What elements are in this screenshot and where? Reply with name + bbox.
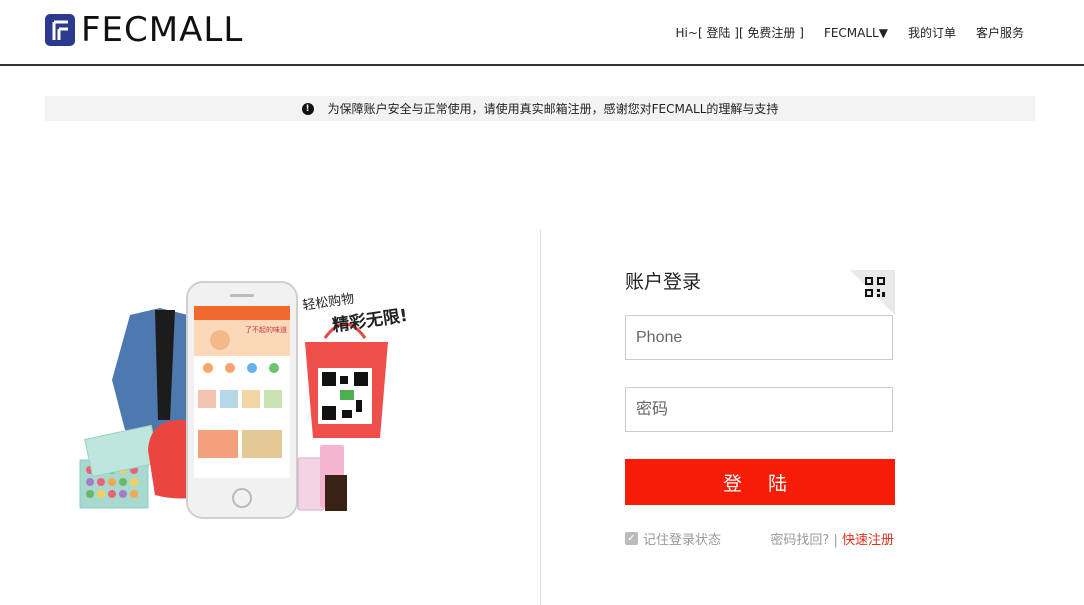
macaron-box-icon [79,424,160,509]
greeting-text: Hi~ [675,25,698,40]
exclamation-circle-icon: ! [301,102,314,115]
promo-illustration: 了不起的味道 轻松购物 精彩无限! [79,281,409,519]
phone-input[interactable] [626,316,892,359]
shopping-bag-qr-icon [305,322,388,438]
notice-bar: ! 为保障账户安全与正常使用，请使用真实邮箱注册，感谢您对FECMALL的理解与… [45,96,1035,121]
promo-slogan-line2: 精彩无限! [331,305,409,336]
phone-icon: 了不起的味道 [186,281,298,519]
logo-mark-icon [45,14,75,46]
quick-register-link[interactable]: 快速注册 [842,533,894,548]
perfume-icon [297,445,347,511]
account-links: 密码找回? | 快速注册 [770,529,894,548]
phone-field[interactable] [625,315,893,360]
login-button[interactable]: 登 陆 [625,459,895,505]
logo-text: FECMALL [81,10,244,50]
login-title: 账户登录 [625,271,702,293]
site-logo[interactable]: FECMALL [45,12,243,48]
register-link[interactable]: [ 免费注册 ] [739,24,804,41]
remember-me[interactable]: ✓ 记住登录状态 [625,529,721,548]
notice-text: 为保障账户安全与正常使用，请使用真实邮箱注册，感谢您对FECMALL的理解与支持 [327,102,779,116]
customer-service-link[interactable]: 客户服务 [976,24,1024,41]
vertical-divider [540,230,541,605]
promo-slogan-line1: 轻松购物 [301,291,355,314]
remember-checkbox[interactable]: ✓ [625,532,638,545]
site-header: FECMALL Hi~ [ 登陆 ] [ 免费注册 ] FECMALL▼ 我的订… [0,0,1084,66]
password-input[interactable] [626,388,892,431]
top-nav: Hi~ [ 登陆 ] [ 免费注册 ] FECMALL▼ 我的订单 客户服务 [676,24,1024,41]
login-link[interactable]: [ 登陆 ] [698,24,739,41]
password-field[interactable] [625,387,893,432]
my-orders-link[interactable]: 我的订单 [908,24,956,41]
remember-label: 记住登录状态 [643,533,722,548]
store-menu[interactable]: FECMALL▼ [824,26,888,40]
svg-text:了不起的味道: 了不起的味道 [245,325,287,334]
forgot-password-link[interactable]: 密码找回? [770,533,829,548]
qr-code-toggle-icon[interactable] [850,270,895,315]
link-separator: | [833,533,838,548]
